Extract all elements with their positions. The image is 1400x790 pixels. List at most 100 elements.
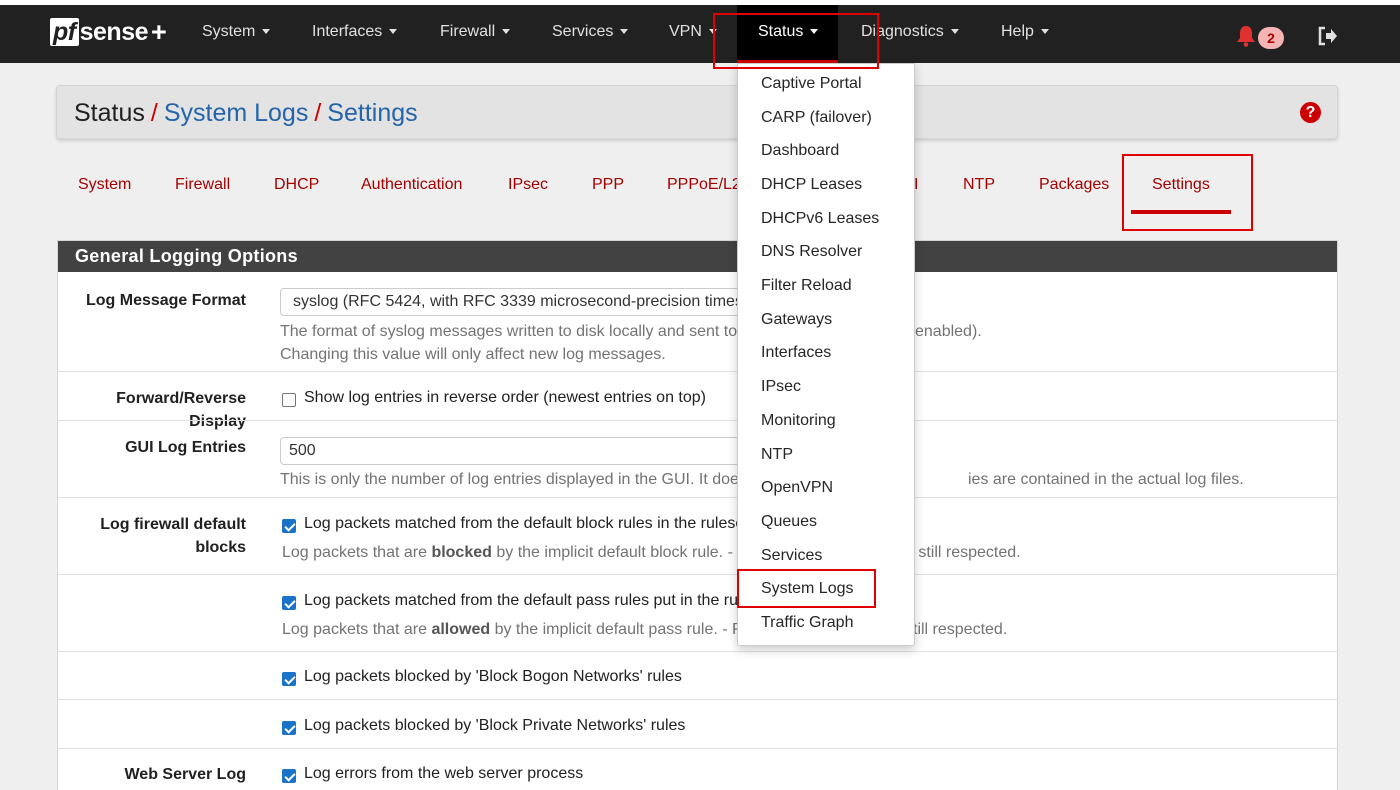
log-format-select[interactable]: syslog (RFC 5424, with RFC 3339 microsec… (280, 288, 800, 316)
breadcrumb-root: Status (74, 99, 145, 127)
menu-item-monitoring[interactable]: Monitoring (761, 411, 836, 431)
breadcrumb: Status / System Logs / Settings ? (56, 85, 1338, 139)
menu-item-filter-reload[interactable]: Filter Reload (761, 276, 852, 296)
nav-label: Firewall (440, 23, 496, 40)
nav-label: Help (1001, 23, 1034, 40)
panel-title: General Logging Options (58, 241, 1337, 272)
general-logging-panel: General Logging Options Log Message Form… (57, 240, 1338, 790)
status-dropdown-menu: Captive Portal CARP (failover) Dashboard… (737, 63, 915, 646)
nav-label: System (202, 23, 256, 40)
breadcrumb-separator: / (314, 99, 322, 127)
menu-item-openvpn[interactable]: OpenVPN (761, 478, 833, 498)
row-divider (58, 699, 1337, 700)
nav-help[interactable]: Help (1001, 5, 1049, 63)
menu-item-traffic-graph[interactable]: Traffic Graph (761, 613, 853, 633)
question-circle-icon[interactable]: ? (1300, 102, 1321, 123)
tab-authentication[interactable]: Authentication (361, 176, 462, 194)
highlight-system-logs-item (737, 569, 876, 608)
menu-item-interfaces[interactable]: Interfaces (761, 343, 831, 363)
web-server-label: Web Server Log (124, 766, 246, 783)
menu-item-captive-portal[interactable]: Captive Portal (761, 74, 862, 94)
menu-item-queues[interactable]: Queues (761, 512, 817, 532)
tab-packages[interactable]: Packages (1039, 176, 1109, 194)
nav-services[interactable]: Services (552, 5, 629, 63)
tab-system[interactable]: System (78, 176, 131, 194)
default-pass-checkbox[interactable] (282, 596, 296, 610)
log-format-help-2: Changing this value will only affect new… (280, 346, 666, 363)
menu-item-ipsec[interactable]: IPsec (761, 377, 801, 397)
default-pass-help-c: still respected. (905, 621, 1008, 638)
logo-prefix: pf (50, 18, 79, 46)
default-pass-help: Log packets that are allowed by the impl… (282, 618, 752, 641)
private-networks-text: Log packets blocked by 'Block Private Ne… (304, 717, 686, 734)
row-divider (58, 651, 1337, 652)
help-text: Log packets that are (282, 621, 432, 638)
reverse-checkbox[interactable] (282, 393, 296, 407)
row-divider (58, 371, 1337, 372)
nav-label: Services (552, 23, 614, 40)
help-text: by the implicit default block rule. - Pe (491, 544, 757, 561)
gui-entries-help-b: ies are contained in the actual log file… (968, 471, 1244, 488)
caret-down-icon (620, 29, 629, 35)
breadcrumb-separator: / (150, 99, 158, 127)
web-server-checkbox[interactable] (282, 769, 296, 783)
row-divider (58, 420, 1337, 421)
default-block-checkbox[interactable] (282, 519, 296, 533)
breadcrumb-settings[interactable]: Settings (327, 99, 417, 127)
tab-firewall[interactable]: Firewall (175, 176, 230, 194)
tab-dhcp[interactable]: DHCP (274, 176, 319, 194)
menu-item-dhcpv6-leases[interactable]: DHCPv6 Leases (761, 209, 879, 229)
help-text: by the implicit default pass rule. - Pe (490, 621, 752, 638)
menu-item-carp[interactable]: CARP (failover) (761, 108, 872, 128)
gui-entries-input[interactable]: 500 (280, 437, 800, 465)
notification-badge[interactable]: 2 (1258, 27, 1284, 49)
default-block-help-c: e still respected. (905, 544, 1021, 561)
web-server-text: Log errors from the web server process (304, 765, 584, 782)
caret-down-icon (502, 29, 511, 35)
bell-icon[interactable] (1236, 25, 1256, 47)
menu-item-dashboard[interactable]: Dashboard (761, 141, 839, 161)
gui-entries-help-a: This is only the number of log entries d… (280, 471, 747, 488)
nav-label: Interfaces (312, 23, 383, 40)
menu-item-dhcp-leases[interactable]: DHCP Leases (761, 175, 862, 195)
default-pass-text: Log packets matched from the default pas… (304, 592, 742, 609)
default-blocks-label-1: Log firewall default (100, 516, 246, 533)
menu-item-services[interactable]: Services (761, 546, 822, 566)
logout-icon[interactable] (1317, 25, 1339, 47)
help-text: Log packets that are (282, 544, 432, 561)
caret-down-icon (262, 29, 271, 35)
menu-item-ntp[interactable]: NTP (761, 445, 793, 465)
nav-interfaces[interactable]: Interfaces (312, 5, 398, 63)
default-blocks-label-2: blocks (195, 539, 246, 556)
nav-firewall[interactable]: Firewall (440, 5, 511, 63)
top-navbar: pf sense + System Interfaces Firewall Serv… (0, 0, 1400, 63)
log-format-label: Log Message Format (85, 292, 246, 309)
private-networks-checkbox[interactable] (282, 721, 296, 735)
tab-pppoe[interactable]: PPPoE/L2 (667, 176, 741, 194)
bogon-text: Log packets blocked by 'Block Bogon Netw… (304, 668, 682, 685)
logo-name: sense (79, 17, 149, 46)
row-divider (58, 574, 1337, 575)
reverse-text: Show log entries in reverse order (newes… (304, 389, 706, 406)
caret-down-icon (389, 29, 398, 35)
bogon-checkbox[interactable] (282, 672, 296, 686)
nav-system[interactable]: System (202, 5, 271, 63)
row-divider (58, 497, 1337, 498)
log-format-help-1b: enabled). (915, 323, 982, 340)
gui-entries-label: GUI Log Entries (125, 439, 246, 456)
logo-suffix: + (151, 16, 167, 47)
menu-item-dns-resolver[interactable]: DNS Resolver (761, 242, 862, 262)
highlight-settings-tab (1122, 154, 1253, 231)
tab-ntp[interactable]: NTP (963, 176, 995, 194)
breadcrumb-system-logs[interactable]: System Logs (164, 99, 309, 127)
help-bold: allowed (431, 621, 491, 638)
tab-ipsec[interactable]: IPsec (508, 176, 548, 194)
help-bold: blocked (431, 544, 492, 561)
caret-down-icon (950, 29, 959, 35)
nav-vpn[interactable]: VPN (669, 5, 717, 63)
pfsense-logo[interactable]: pf sense + (50, 16, 167, 47)
menu-item-gateways[interactable]: Gateways (761, 310, 832, 330)
tab-ppp[interactable]: PPP (592, 176, 624, 194)
log-format-help-1a: The format of syslog messages written to… (280, 323, 738, 340)
row-divider (58, 748, 1337, 749)
